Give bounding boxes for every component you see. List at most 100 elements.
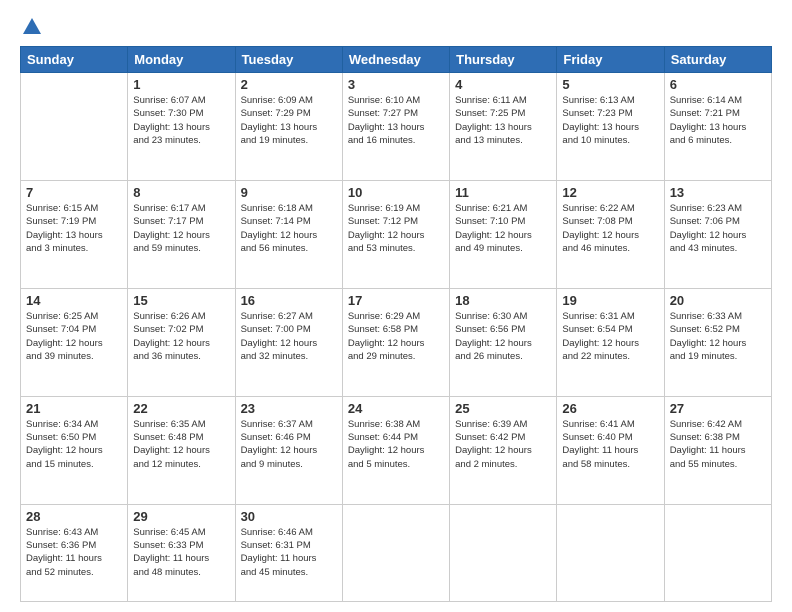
calendar-cell: 11Sunrise: 6:21 AM Sunset: 7:10 PM Dayli… xyxy=(450,180,557,288)
day-info: Sunrise: 6:17 AM Sunset: 7:17 PM Dayligh… xyxy=(133,202,229,255)
weekday-header-monday: Monday xyxy=(128,47,235,73)
day-number: 21 xyxy=(26,401,122,416)
calendar-cell: 2 Sunrise: 6:09 AM Sunset: 7:29 PM Daylig… xyxy=(235,73,342,181)
day-number: 29 xyxy=(133,509,229,524)
calendar-week-row: 1 Sunrise: 6:07 AM Sunset: 7:30 PM Daylig… xyxy=(21,73,772,181)
calendar-cell xyxy=(450,504,557,601)
calendar-cell: 17 Sunrise: 6:29 AM Sunset: 6:58 PM Dayli… xyxy=(342,288,449,396)
day-number: 4 xyxy=(455,77,551,92)
calendar-cell xyxy=(557,504,664,601)
calendar-week-row: 7 Sunrise: 6:15 AM Sunset: 7:19 PM Daylig… xyxy=(21,180,772,288)
calendar-cell: 4 Sunrise: 6:11 AM Sunset: 7:25 PM Daylig… xyxy=(450,73,557,181)
day-number: 25 xyxy=(455,401,551,416)
day-info: Sunrise: 6:41 AM Sunset: 6:40 PM Dayligh… xyxy=(562,418,658,471)
day-number: 3 xyxy=(348,77,444,92)
day-number: 1 xyxy=(133,77,229,92)
day-info: Sunrise: 6:14 AM Sunset: 7:21 PM Dayligh… xyxy=(670,94,766,147)
day-number: 26 xyxy=(562,401,658,416)
day-info: Sunrise: 6:22 AM Sunset: 7:08 PM Dayligh… xyxy=(562,202,658,255)
day-number: 23 xyxy=(241,401,337,416)
day-number: 28 xyxy=(26,509,122,524)
calendar-cell: 20 Sunrise: 6:33 AM Sunset: 6:52 PM Dayli… xyxy=(664,288,771,396)
day-number: 14 xyxy=(26,293,122,308)
day-number: 17 xyxy=(348,293,444,308)
calendar-cell: 16 Sunrise: 6:27 AM Sunset: 7:00 PM Dayli… xyxy=(235,288,342,396)
day-info: Sunrise: 6:25 AM Sunset: 7:04 PM Dayligh… xyxy=(26,310,122,363)
calendar-week-row: 28 Sunrise: 6:43 AM Sunset: 6:36 PM Dayli… xyxy=(21,504,772,601)
calendar-header-row: SundayMondayTuesdayWednesdayThursdayFrid… xyxy=(21,47,772,73)
calendar-cell: 23 Sunrise: 6:37 AM Sunset: 6:46 PM Dayli… xyxy=(235,396,342,504)
logo-icon xyxy=(21,16,43,38)
day-number: 11 xyxy=(455,185,551,200)
day-info: Sunrise: 6:29 AM Sunset: 6:58 PM Dayligh… xyxy=(348,310,444,363)
day-info: Sunrise: 6:27 AM Sunset: 7:00 PM Dayligh… xyxy=(241,310,337,363)
calendar-cell: 3 Sunrise: 6:10 AM Sunset: 7:27 PM Daylig… xyxy=(342,73,449,181)
logo xyxy=(20,16,43,38)
calendar-cell xyxy=(342,504,449,601)
day-info: Sunrise: 6:46 AM Sunset: 6:31 PM Dayligh… xyxy=(241,526,337,579)
day-number: 27 xyxy=(670,401,766,416)
calendar-table: SundayMondayTuesdayWednesdayThursdayFrid… xyxy=(20,46,772,602)
day-info: Sunrise: 6:31 AM Sunset: 6:54 PM Dayligh… xyxy=(562,310,658,363)
day-info: Sunrise: 6:33 AM Sunset: 6:52 PM Dayligh… xyxy=(670,310,766,363)
page: SundayMondayTuesdayWednesdayThursdayFrid… xyxy=(0,0,792,612)
calendar-cell: 21 Sunrise: 6:34 AM Sunset: 6:50 PM Dayli… xyxy=(21,396,128,504)
calendar-cell: 6 Sunrise: 6:14 AM Sunset: 7:21 PM Daylig… xyxy=(664,73,771,181)
day-info: Sunrise: 6:37 AM Sunset: 6:46 PM Dayligh… xyxy=(241,418,337,471)
calendar-cell: 19 Sunrise: 6:31 AM Sunset: 6:54 PM Dayli… xyxy=(557,288,664,396)
calendar-cell: 9Sunrise: 6:18 AM Sunset: 7:14 PM Daylig… xyxy=(235,180,342,288)
calendar-cell: 26 Sunrise: 6:41 AM Sunset: 6:40 PM Dayli… xyxy=(557,396,664,504)
day-info: Sunrise: 6:10 AM Sunset: 7:27 PM Dayligh… xyxy=(348,94,444,147)
day-info: Sunrise: 6:15 AM Sunset: 7:19 PM Dayligh… xyxy=(26,202,122,255)
calendar-cell: 5Sunrise: 6:13 AM Sunset: 7:23 PM Daylig… xyxy=(557,73,664,181)
day-number: 15 xyxy=(133,293,229,308)
day-number: 12 xyxy=(562,185,658,200)
weekday-header-sunday: Sunday xyxy=(21,47,128,73)
calendar-cell: 13Sunrise: 6:23 AM Sunset: 7:06 PM Dayli… xyxy=(664,180,771,288)
day-number: 7 xyxy=(26,185,122,200)
day-info: Sunrise: 6:34 AM Sunset: 6:50 PM Dayligh… xyxy=(26,418,122,471)
calendar-cell: 29 Sunrise: 6:45 AM Sunset: 6:33 PM Dayli… xyxy=(128,504,235,601)
calendar-cell: 28 Sunrise: 6:43 AM Sunset: 6:36 PM Dayli… xyxy=(21,504,128,601)
calendar-cell: 27 Sunrise: 6:42 AM Sunset: 6:38 PM Dayli… xyxy=(664,396,771,504)
day-info: Sunrise: 6:38 AM Sunset: 6:44 PM Dayligh… xyxy=(348,418,444,471)
calendar-cell: 24 Sunrise: 6:38 AM Sunset: 6:44 PM Dayli… xyxy=(342,396,449,504)
day-number: 6 xyxy=(670,77,766,92)
day-info: Sunrise: 6:07 AM Sunset: 7:30 PM Dayligh… xyxy=(133,94,229,147)
day-number: 8 xyxy=(133,185,229,200)
calendar-cell: 8 Sunrise: 6:17 AM Sunset: 7:17 PM Daylig… xyxy=(128,180,235,288)
day-number: 2 xyxy=(241,77,337,92)
day-info: Sunrise: 6:26 AM Sunset: 7:02 PM Dayligh… xyxy=(133,310,229,363)
calendar-cell xyxy=(21,73,128,181)
weekday-header-thursday: Thursday xyxy=(450,47,557,73)
day-number: 18 xyxy=(455,293,551,308)
day-info: Sunrise: 6:35 AM Sunset: 6:48 PM Dayligh… xyxy=(133,418,229,471)
calendar-week-row: 21 Sunrise: 6:34 AM Sunset: 6:50 PM Dayli… xyxy=(21,396,772,504)
calendar-cell: 12 Sunrise: 6:22 AM Sunset: 7:08 PM Dayli… xyxy=(557,180,664,288)
day-info: Sunrise: 6:30 AM Sunset: 6:56 PM Dayligh… xyxy=(455,310,551,363)
calendar-cell: 18 Sunrise: 6:30 AM Sunset: 6:56 PM Dayli… xyxy=(450,288,557,396)
day-number: 19 xyxy=(562,293,658,308)
day-info: Sunrise: 6:19 AM Sunset: 7:12 PM Dayligh… xyxy=(348,202,444,255)
day-number: 5 xyxy=(562,77,658,92)
day-info: Sunrise: 6:45 AM Sunset: 6:33 PM Dayligh… xyxy=(133,526,229,579)
day-info: Sunrise: 6:43 AM Sunset: 6:36 PM Dayligh… xyxy=(26,526,122,579)
day-info: Sunrise: 6:42 AM Sunset: 6:38 PM Dayligh… xyxy=(670,418,766,471)
weekday-header-wednesday: Wednesday xyxy=(342,47,449,73)
weekday-header-friday: Friday xyxy=(557,47,664,73)
day-number: 10 xyxy=(348,185,444,200)
header xyxy=(20,16,772,38)
calendar-week-row: 14 Sunrise: 6:25 AM Sunset: 7:04 PM Dayli… xyxy=(21,288,772,396)
day-number: 16 xyxy=(241,293,337,308)
day-number: 30 xyxy=(241,509,337,524)
day-info: Sunrise: 6:09 AM Sunset: 7:29 PM Dayligh… xyxy=(241,94,337,147)
calendar-cell: 30 Sunrise: 6:46 AM Sunset: 6:31 PM Dayli… xyxy=(235,504,342,601)
calendar-cell: 25Sunrise: 6:39 AM Sunset: 6:42 PM Dayli… xyxy=(450,396,557,504)
calendar-cell: 7 Sunrise: 6:15 AM Sunset: 7:19 PM Daylig… xyxy=(21,180,128,288)
calendar-cell: 1 Sunrise: 6:07 AM Sunset: 7:30 PM Daylig… xyxy=(128,73,235,181)
day-number: 24 xyxy=(348,401,444,416)
day-info: Sunrise: 6:23 AM Sunset: 7:06 PM Dayligh… xyxy=(670,202,766,255)
day-number: 20 xyxy=(670,293,766,308)
day-info: Sunrise: 6:11 AM Sunset: 7:25 PM Dayligh… xyxy=(455,94,551,147)
weekday-header-tuesday: Tuesday xyxy=(235,47,342,73)
